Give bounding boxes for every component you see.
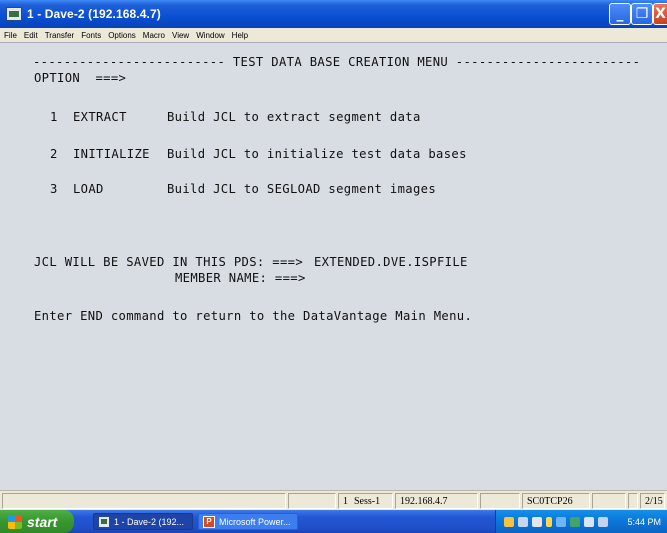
pds-label: JCL WILL BE SAVED IN THIS PDS: ===> [34,255,304,269]
tray-network-icon[interactable] [518,516,528,527]
option-number: 1 [50,110,58,124]
status-empty-cell-2 [480,493,520,509]
option-description: Build JCL to extract segment data [167,110,421,124]
taskbar-item-tn3270[interactable]: 1 - Dave-2 (192... [93,513,193,530]
taskbar-item-label: Microsoft Power... [219,516,291,527]
pds-input-field[interactable]: EXTENDED.DVE.ISPFILE [314,255,468,269]
tray-display-icon[interactable] [532,516,542,527]
option-description: Build JCL to SEGLOAD segment images [167,182,437,196]
session-name: Sess-1 [354,495,381,507]
tray-info-icon[interactable] [546,516,552,527]
status-empty-cell-4 [628,493,638,509]
menu-edit[interactable]: Edit [24,31,38,40]
windows-flag-icon [8,514,22,529]
option-prompt: OPTION ===> [34,71,127,85]
menu-view[interactable]: View [172,31,189,40]
terminal-screen[interactable]: ------------------------- TEST DATA BASE… [0,42,667,490]
window-title: 1 - Dave-2 (192.168.4.7) [27,7,161,21]
menu-options[interactable]: Options [108,31,136,40]
menu-window[interactable]: Window [196,31,224,40]
option-name: INITIALIZE [73,147,150,161]
status-empty-cell [288,493,336,509]
minimize-button[interactable]: _ [609,3,631,25]
menu-help[interactable]: Help [232,31,248,40]
menu-bar: File Edit Transfer Fonts Options Macro V… [0,28,667,42]
footer-message: Enter END command to return to the DataV… [34,309,473,323]
start-button[interactable]: start [0,510,74,533]
minimize-icon: _ [616,6,624,22]
maximize-icon: ❐ [635,6,649,22]
session-number: 1 [343,495,348,507]
taskbar: start 1 - Dave-2 (192... P Microsoft Pow… [0,510,667,533]
tn3270-app-icon[interactable] [6,7,22,21]
session-cell: 1 Sess-1 [338,493,393,509]
close-icon: X [655,6,666,22]
option-name: EXTRACT [73,110,127,124]
tray-volume-icon[interactable] [584,516,594,527]
option-input-field[interactable] [135,71,335,87]
tn3270-icon [98,515,110,528]
taskbar-clock[interactable]: 5:44 PM [627,517,661,527]
option-description: Build JCL to initialize test data bases [167,147,467,161]
tray-pen-icon[interactable] [504,516,514,527]
taskbar-item-powerpoint[interactable]: P Microsoft Power... [198,513,298,530]
host-address: 192.168.4.7 [395,493,478,509]
option-name: LOAD [73,182,104,196]
menu-transfer[interactable]: Transfer [45,31,75,40]
option-number: 3 [50,182,58,196]
status-empty-cell-3 [592,493,626,509]
cursor-position: 2/15 [640,493,665,509]
lu-name: SC0TCP26 [522,493,590,509]
tray-monitor-icon[interactable] [598,516,608,527]
member-name-label: MEMBER NAME: ===> [175,271,306,285]
taskbar-item-label: 1 - Dave-2 (192... [114,516,185,527]
window-titlebar[interactable]: 1 - Dave-2 (192.168.4.7) _ ❐ X [0,0,667,28]
menu-file[interactable]: File [4,31,17,40]
menu-header-line: ------------------------- TEST DATA BASE… [33,55,641,69]
tray-security-icon[interactable] [570,516,580,527]
tray-bluetooth-icon[interactable] [556,516,566,527]
close-button[interactable]: X [653,3,667,25]
menu-macro[interactable]: Macro [143,31,165,40]
powerpoint-icon: P [203,515,215,528]
start-label: start [27,513,58,530]
menu-fonts[interactable]: Fonts [81,31,101,40]
option-number: 2 [50,147,58,161]
member-name-input-field[interactable] [314,271,434,287]
maximize-button[interactable]: ❐ [631,3,653,25]
system-tray: 5:44 PM [495,510,667,533]
status-message-cell [2,493,286,509]
status-bar: 1 Sess-1 192.168.4.7 SC0TCP26 2/15 [0,490,667,510]
